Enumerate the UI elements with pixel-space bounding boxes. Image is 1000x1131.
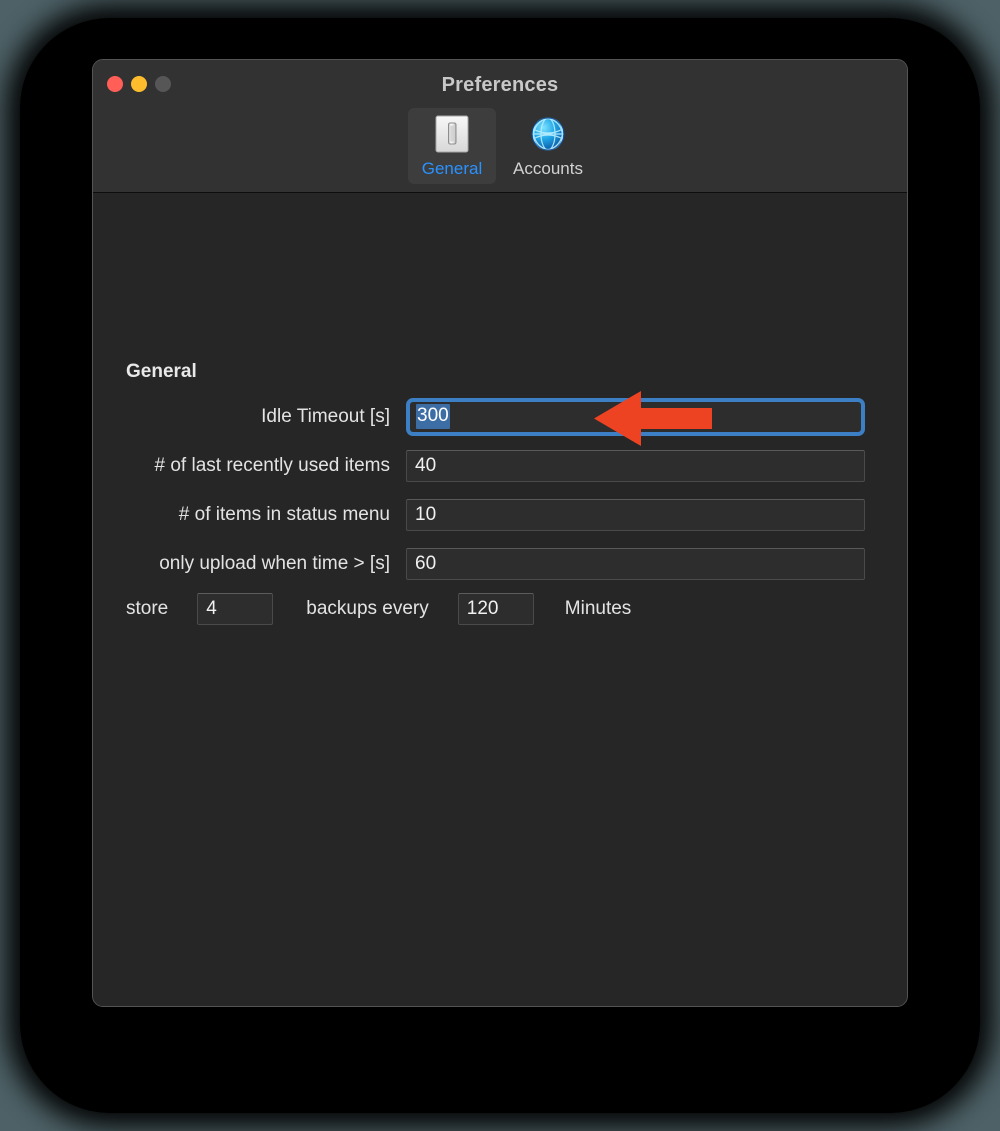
form-row-recent-items: # of last recently used items 40 xyxy=(93,441,907,490)
idle-timeout-value: 300 xyxy=(416,404,450,429)
status-menu-items-label: # of items in status menu xyxy=(178,503,390,525)
status-menu-items-input[interactable]: 10 xyxy=(406,498,865,531)
store-label: store xyxy=(126,598,169,619)
globe-network-icon xyxy=(504,114,592,154)
recent-items-input[interactable]: 40 xyxy=(406,449,865,482)
window-titlebar: Preferences General Accounts xyxy=(93,60,907,193)
general-settings-form: Idle Timeout [s] 300 # of last recently … xyxy=(93,392,907,588)
preferences-content: General Idle Timeout [s] 300 # of last r… xyxy=(93,193,907,1006)
upload-threshold-label: only upload when time > [s] xyxy=(159,552,390,574)
upload-threshold-value: 60 xyxy=(415,552,437,574)
backup-interval-value: 120 xyxy=(466,598,499,619)
status-menu-items-value: 10 xyxy=(415,503,437,525)
preferences-window: Preferences General Accounts General Idl… xyxy=(92,59,908,1007)
window-title: Preferences xyxy=(441,74,559,96)
toolbar-item-accounts[interactable]: Accounts xyxy=(504,108,592,184)
backup-count-value: 4 xyxy=(206,598,217,619)
upload-threshold-input[interactable]: 60 xyxy=(406,547,865,580)
toolbar-item-accounts-label: Accounts xyxy=(513,159,583,178)
form-row-upload-threshold: only upload when time > [s] 60 xyxy=(93,539,907,588)
backup-count-input[interactable]: 4 xyxy=(197,593,274,625)
toolbar-item-general[interactable]: General xyxy=(408,108,496,184)
minutes-label: Minutes xyxy=(564,598,632,619)
form-row-status-menu-items: # of items in status menu 10 xyxy=(93,490,907,539)
toolbar-item-general-label: General xyxy=(421,159,483,178)
backups-every-label: backups every xyxy=(306,598,429,619)
recent-items-value: 40 xyxy=(415,454,437,476)
preferences-toolbar: General Accounts xyxy=(93,108,907,184)
backup-settings-row: store 4 backups every 120 Minutes xyxy=(93,593,631,625)
section-title-general: General xyxy=(126,361,197,382)
form-row-idle-timeout: Idle Timeout [s] 300 xyxy=(93,392,907,441)
idle-timeout-input[interactable]: 300 xyxy=(406,397,865,436)
backup-interval-input[interactable]: 120 xyxy=(457,593,534,625)
recent-items-label: # of last recently used items xyxy=(154,454,391,476)
light-switch-icon xyxy=(408,114,496,154)
idle-timeout-label: Idle Timeout [s] xyxy=(261,405,390,427)
